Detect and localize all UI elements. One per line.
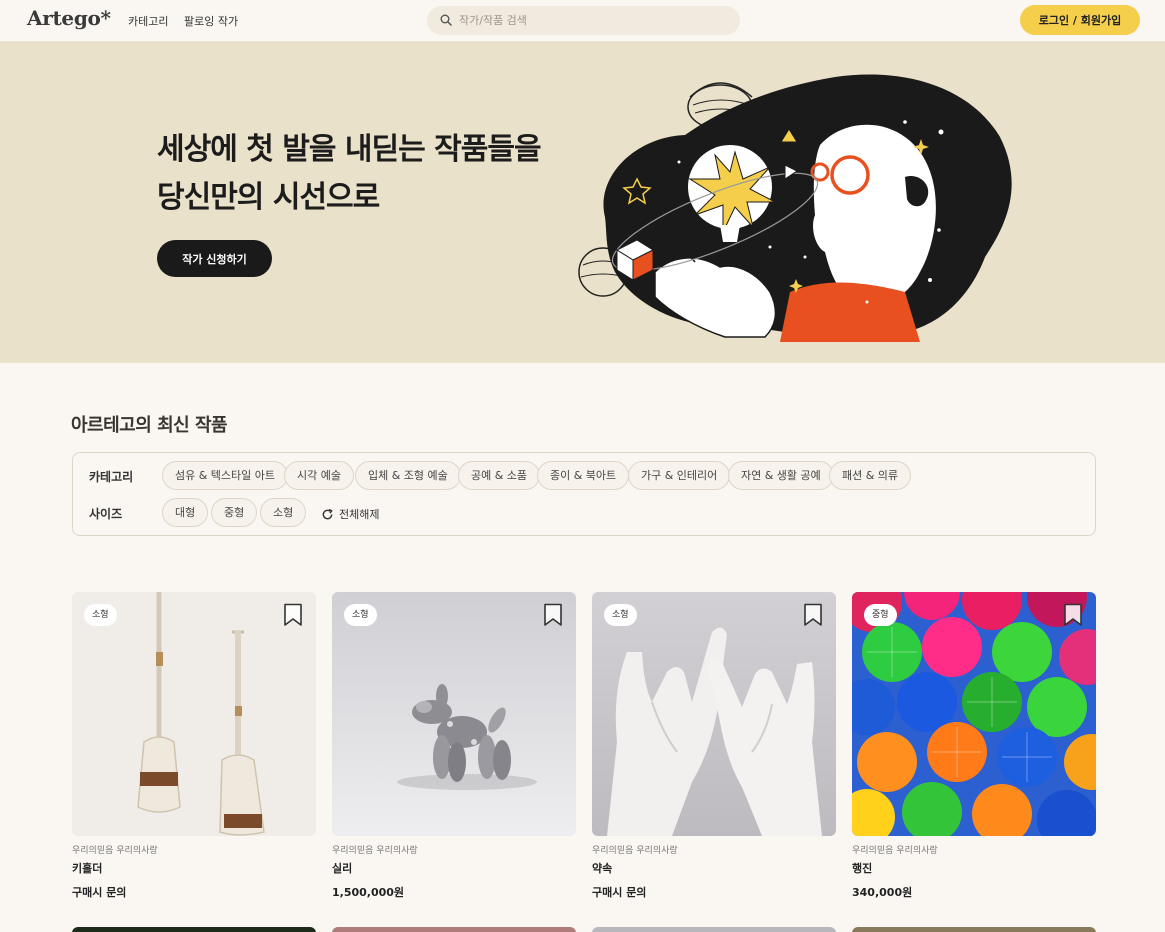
filter-panel: 카테고리 섬유 & 텍스타일 아트 시각 예술 입체 & 조형 예술 공예 & …: [72, 452, 1096, 536]
hero-title: 세상에 첫 발을 내딛는 작품들을 당신만의 시선으로: [157, 126, 542, 222]
chip-category-furniture[interactable]: 가구 & 인테리어: [628, 461, 731, 490]
search-bar[interactable]: [427, 6, 740, 35]
product-image-oars: [72, 592, 316, 836]
product-price: 구매시 문의: [592, 886, 647, 899]
product-price: 1,500,000원: [332, 886, 405, 899]
product-image[interactable]: 소형: [72, 592, 316, 836]
product-name[interactable]: 실리: [332, 860, 576, 876]
chip-size-small[interactable]: 소형: [260, 498, 307, 527]
search-input[interactable]: [459, 10, 729, 31]
size-badge: 소형: [84, 604, 117, 626]
product-price: 340,000원: [852, 886, 913, 899]
hero-title-line-1: 세상에 첫 발을 내딛는 작품들을: [157, 132, 542, 167]
chip-category-nature-craft[interactable]: 자연 & 생활 공예: [728, 461, 834, 490]
size-badge: 소형: [604, 604, 637, 626]
product-card[interactable]: 소형 우리의믿음 우리의사랑 키홀더 구매시 문의: [72, 592, 316, 900]
product-author[interactable]: 우리의믿음 우리의사랑: [72, 843, 316, 856]
reset-filters-button[interactable]: 전체해제: [321, 504, 379, 524]
chip-size-medium[interactable]: 중형: [211, 498, 258, 527]
product-image-umbrellas: [852, 592, 1096, 836]
chip-category-visual-art[interactable]: 시각 예술: [284, 461, 354, 490]
apply-artist-button[interactable]: 작가 신청하기: [157, 240, 272, 277]
chip-category-paper-book[interactable]: 종이 & 북아트: [537, 461, 630, 490]
product-card[interactable]: 소형 우리의믿음 우리의사랑 실리 1,500,000원: [332, 592, 576, 900]
product-image[interactable]: 소형: [592, 592, 836, 836]
product-name[interactable]: 행진: [852, 860, 1096, 876]
hero-banner: 세상에 첫 발을 내딛는 작품들을 당신만의 시선으로 작가 신청하기: [0, 42, 1165, 363]
category-filter-label: 카테고리: [89, 470, 134, 484]
product-image[interactable]: 중형: [852, 592, 1096, 836]
product-card[interactable]: 중형 우리의믿음 우리의사랑 행진 340,000원: [852, 592, 1096, 900]
login-signup-button[interactable]: 로그인 / 회원가입: [1020, 5, 1140, 35]
bookmark-icon[interactable]: [543, 603, 563, 627]
bookmark-icon[interactable]: [283, 603, 303, 627]
section-title: 아르테고의 최신 작품: [71, 415, 228, 436]
product-image-balloon-dog: [332, 592, 576, 836]
reset-filters-label: 전체해제: [339, 508, 380, 521]
chip-category-textile[interactable]: 섬유 & 텍스타일 아트: [162, 461, 289, 490]
product-author[interactable]: 우리의믿음 우리의사랑: [592, 843, 836, 856]
product-image[interactable]: 소형: [332, 592, 576, 836]
logo[interactable]: Artego*: [27, 6, 111, 30]
chip-size-large[interactable]: 대형: [162, 498, 209, 527]
product-author[interactable]: 우리의믿음 우리의사랑: [852, 843, 1096, 856]
refresh-icon: [322, 508, 333, 519]
bookmark-icon[interactable]: [1063, 603, 1083, 627]
next-row-card-peek[interactable]: [852, 927, 1096, 932]
search-icon: [440, 14, 452, 26]
product-image-hands: [592, 592, 836, 836]
product-author[interactable]: 우리의믿음 우리의사랑: [332, 843, 576, 856]
chip-category-sculpture[interactable]: 입체 & 조형 예술: [355, 461, 461, 490]
next-row-card-peek[interactable]: [592, 927, 836, 932]
hero-illustration: [578, 74, 1012, 342]
top-header: Artego* 카테고리 팔로잉 작가 로그인 / 회원가입: [0, 0, 1165, 42]
product-card[interactable]: 소형 우리의믿음 우리의사랑 약속 구매시 문의: [592, 592, 836, 900]
size-badge: 소형: [344, 604, 377, 626]
chip-category-fashion[interactable]: 패션 & 의류: [829, 461, 912, 490]
hero-title-line-2: 당신만의 시선으로: [157, 180, 380, 215]
next-row-card-peek[interactable]: [72, 927, 316, 932]
bookmark-icon[interactable]: [803, 603, 823, 627]
size-filter-label: 사이즈: [89, 507, 123, 521]
size-badge: 중형: [864, 604, 897, 626]
product-name[interactable]: 약속: [592, 860, 836, 876]
product-price: 구매시 문의: [72, 886, 127, 899]
nav-category[interactable]: 카테고리: [128, 13, 168, 29]
next-row-card-peek[interactable]: [332, 927, 576, 932]
nav-following-artists[interactable]: 팔로잉 작가: [184, 13, 238, 29]
chip-category-craft[interactable]: 공예 & 소품: [458, 461, 541, 490]
product-name[interactable]: 키홀더: [72, 860, 316, 876]
